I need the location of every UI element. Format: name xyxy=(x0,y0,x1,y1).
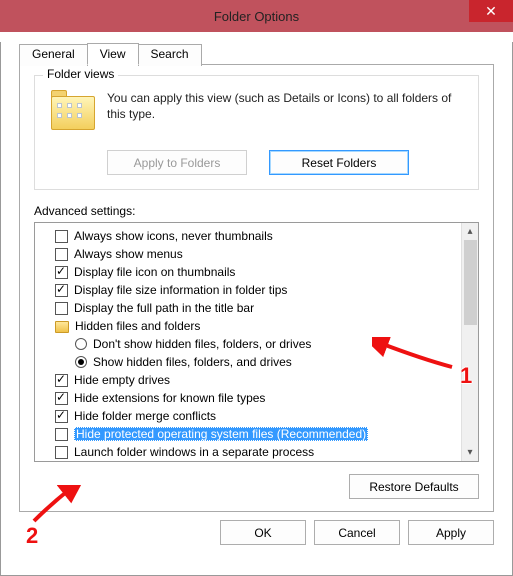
checkbox[interactable] xyxy=(55,410,68,423)
annotation-number-2: 2 xyxy=(26,523,38,549)
adv-item-label: Display file icon on thumbnails xyxy=(74,265,235,279)
adv-item-10[interactable]: Hide folder merge conflicts xyxy=(41,407,461,425)
cancel-button[interactable]: Cancel xyxy=(314,520,400,545)
adv-item-label: Hide protected operating system files (R… xyxy=(74,427,368,441)
window-title: Folder Options xyxy=(214,9,299,24)
adv-item-label: Hidden files and folders xyxy=(75,319,200,333)
tab-general[interactable]: General xyxy=(19,44,88,66)
adv-item-7[interactable]: Show hidden files, folders, and drives xyxy=(41,353,461,371)
radio[interactable] xyxy=(75,356,87,368)
tab-search[interactable]: Search xyxy=(138,44,202,66)
adv-item-label: Don't show hidden files, folders, or dri… xyxy=(93,337,311,351)
folder-views-desc: You can apply this view (such as Details… xyxy=(107,90,468,138)
adv-item-11[interactable]: Hide protected operating system files (R… xyxy=(41,425,461,443)
checkbox[interactable] xyxy=(55,284,68,297)
close-icon: ✕ xyxy=(485,4,497,18)
tab-strip: General View Search xyxy=(19,42,512,64)
adv-item-label: Always show menus xyxy=(74,247,183,261)
adv-item-label: Hide folder merge conflicts xyxy=(74,409,216,423)
adv-item-3[interactable]: Display file size information in folder … xyxy=(41,281,461,299)
scroll-up-icon[interactable]: ▴ xyxy=(462,223,478,240)
checkbox[interactable] xyxy=(55,446,68,459)
tab-view[interactable]: View xyxy=(87,43,139,65)
scrollbar[interactable]: ▴ ▾ xyxy=(461,223,478,461)
adv-item-label: Display the full path in the title bar xyxy=(74,301,254,315)
adv-item-12[interactable]: Launch folder windows in a separate proc… xyxy=(41,443,461,461)
adv-item-label: Always show icons, never thumbnails xyxy=(74,229,273,243)
checkbox[interactable] xyxy=(55,392,68,405)
apply-to-folders-button[interactable]: Apply to Folders xyxy=(107,150,247,175)
adv-item-8[interactable]: Hide empty drives xyxy=(41,371,461,389)
ok-button[interactable]: OK xyxy=(220,520,306,545)
reset-folders-button[interactable]: Reset Folders xyxy=(269,150,409,175)
adv-item-label: Display file size information in folder … xyxy=(74,283,287,297)
view-tab-panel: Folder views You can apply this view (su… xyxy=(19,64,494,512)
close-button[interactable]: ✕ xyxy=(469,0,513,22)
adv-item-label: Launch folder windows in a separate proc… xyxy=(74,445,314,459)
adv-item-9[interactable]: Hide extensions for known file types xyxy=(41,389,461,407)
folder-views-legend: Folder views xyxy=(43,67,118,81)
radio[interactable] xyxy=(75,338,87,350)
folder-icon xyxy=(55,321,69,333)
checkbox[interactable] xyxy=(55,374,68,387)
restore-defaults-button[interactable]: Restore Defaults xyxy=(349,474,479,499)
adv-item-4[interactable]: Display the full path in the title bar xyxy=(41,299,461,317)
adv-item-label: Hide extensions for known file types xyxy=(74,391,265,405)
adv-item-5[interactable]: Hidden files and folders xyxy=(41,317,461,335)
adv-item-6[interactable]: Don't show hidden files, folders, or dri… xyxy=(41,335,461,353)
folder-views-icon xyxy=(49,90,97,138)
checkbox[interactable] xyxy=(55,302,68,315)
apply-button[interactable]: Apply xyxy=(408,520,494,545)
adv-item-label: Show hidden files, folders, and drives xyxy=(93,355,292,369)
checkbox[interactable] xyxy=(55,428,68,441)
checkbox[interactable] xyxy=(55,230,68,243)
folder-views-group: Folder views You can apply this view (su… xyxy=(34,75,479,190)
annotation-number-1: 1 xyxy=(460,363,472,389)
adv-item-1[interactable]: Always show menus xyxy=(41,245,461,263)
adv-item-2[interactable]: Display file icon on thumbnails xyxy=(41,263,461,281)
dialog-button-row: OK Cancel Apply xyxy=(19,520,494,545)
adv-item-label: Hide empty drives xyxy=(74,373,170,387)
scroll-down-icon[interactable]: ▾ xyxy=(462,444,478,461)
checkbox[interactable] xyxy=(55,248,68,261)
adv-item-0[interactable]: Always show icons, never thumbnails xyxy=(41,227,461,245)
titlebar: Folder Options ✕ xyxy=(0,0,513,32)
advanced-settings-listbox: Always show icons, never thumbnails Alway… xyxy=(34,222,479,462)
checkbox[interactable] xyxy=(55,266,68,279)
scroll-thumb[interactable] xyxy=(464,240,477,325)
advanced-settings-label: Advanced settings: xyxy=(34,204,479,218)
